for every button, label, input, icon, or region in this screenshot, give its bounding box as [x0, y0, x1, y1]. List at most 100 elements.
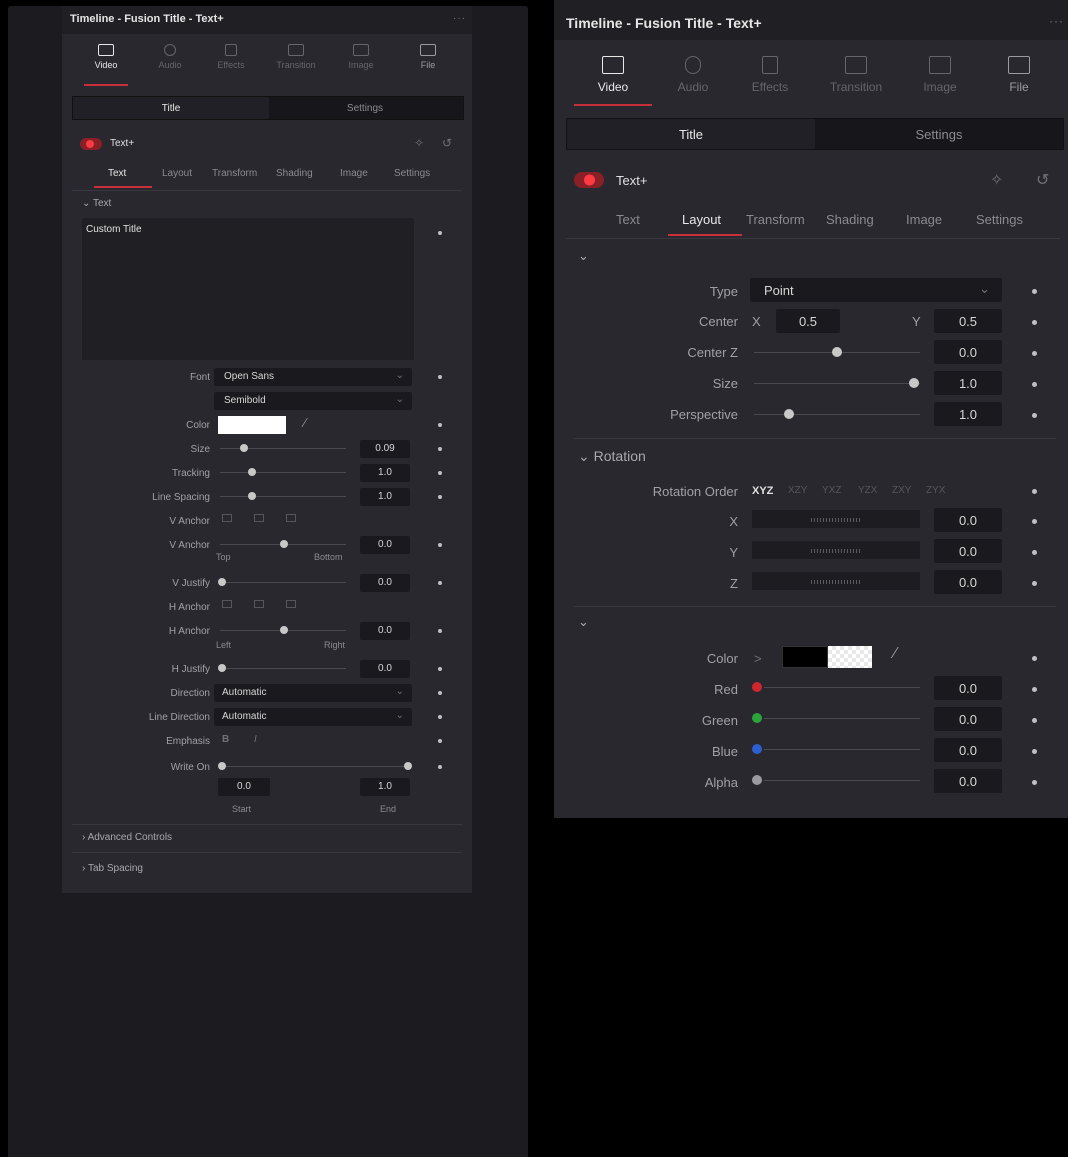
italic-icon[interactable]: I: [254, 734, 257, 745]
section-tab-spacing[interactable]: › Tab Spacing: [82, 863, 143, 874]
tab-video[interactable]: Video: [588, 56, 638, 94]
align-top-icon[interactable]: [222, 514, 232, 522]
rotation-order-yzx[interactable]: YZX: [858, 485, 877, 496]
h-justify-value[interactable]: 0.0: [360, 660, 410, 678]
segment-settings[interactable]: Settings: [267, 97, 463, 119]
keyframe-dot[interactable]: [438, 667, 442, 671]
subtab-settings[interactable]: Settings: [394, 168, 430, 179]
section-layout-header[interactable]: ⌄: [578, 248, 589, 264]
write-on-start-knob[interactable]: [218, 762, 226, 770]
center-z-slider-knob[interactable]: [832, 347, 842, 357]
bold-icon[interactable]: B: [222, 734, 229, 745]
keyframe-dot[interactable]: [438, 543, 442, 547]
size-slider-track[interactable]: [754, 383, 920, 384]
h-justify-slider-track[interactable]: [220, 668, 346, 669]
subtab-layout[interactable]: Layout: [682, 212, 721, 227]
keyframe-dot[interactable]: [1032, 289, 1037, 294]
keyframe-dot[interactable]: [1032, 718, 1037, 723]
red-value[interactable]: 0.0: [934, 676, 1002, 700]
more-options-icon[interactable]: ···: [453, 13, 466, 24]
keyframe-dot[interactable]: [1032, 413, 1037, 418]
tool-enable-toggle[interactable]: [80, 138, 102, 150]
v-justify-slider-knob[interactable]: [218, 578, 226, 586]
line-spacing-value[interactable]: 1.0: [360, 488, 410, 506]
segment-title[interactable]: Title: [73, 97, 269, 119]
alpha-value[interactable]: 0.0: [934, 769, 1002, 793]
subtab-text[interactable]: Text: [616, 212, 640, 227]
segment-settings[interactable]: Settings: [815, 119, 1063, 149]
eyedropper-icon[interactable]: ⁄: [894, 645, 897, 663]
rotation-y-thumbwheel[interactable]: [752, 541, 920, 559]
center-x-value[interactable]: 0.5: [776, 309, 840, 333]
tab-effects[interactable]: Effects: [208, 44, 254, 70]
rotation-order-zxy[interactable]: ZXY: [892, 485, 911, 496]
tab-image[interactable]: Image: [338, 44, 384, 70]
write-on-range-track[interactable]: [220, 766, 410, 767]
red-slider-track[interactable]: [764, 687, 920, 688]
size-value[interactable]: 0.09: [360, 440, 410, 458]
subtab-transform[interactable]: Transform: [212, 168, 257, 179]
h-anchor-value[interactable]: 0.0: [360, 622, 410, 640]
alpha-slider-track[interactable]: [764, 780, 920, 781]
keyframe-dot[interactable]: [1032, 519, 1037, 524]
tab-transition[interactable]: Transition: [820, 56, 892, 94]
tab-transition[interactable]: Transition: [268, 44, 324, 70]
h-justify-slider-knob[interactable]: [218, 664, 226, 672]
rotation-order-yxz[interactable]: YXZ: [822, 485, 841, 496]
rotation-order-xzy[interactable]: XZY: [788, 485, 807, 496]
blue-slider-track[interactable]: [764, 749, 920, 750]
perspective-value[interactable]: 1.0: [934, 402, 1002, 426]
perspective-slider-knob[interactable]: [784, 409, 794, 419]
center-z-value[interactable]: 0.0: [934, 340, 1002, 364]
keyframe-dot[interactable]: [438, 739, 442, 743]
keyframe-dot[interactable]: [438, 447, 442, 451]
green-slider-track[interactable]: [764, 718, 920, 719]
size-slider-track[interactable]: [220, 448, 346, 449]
subtab-image[interactable]: Image: [906, 212, 942, 227]
perspective-slider-track[interactable]: [754, 414, 920, 415]
subtab-shading[interactable]: Shading: [276, 168, 313, 179]
size-value[interactable]: 1.0: [934, 371, 1002, 395]
keyframe-dot[interactable]: [1032, 320, 1037, 325]
align-bottom-icon[interactable]: [286, 514, 296, 522]
line-direction-dropdown[interactable]: Automatic ⌄: [214, 708, 412, 726]
text-input-area[interactable]: Custom Title: [82, 218, 414, 360]
color-swatch-rgb[interactable]: [782, 646, 828, 668]
tracking-slider-track[interactable]: [220, 472, 346, 473]
keyframe-dot[interactable]: [1032, 550, 1037, 555]
color-swatch-alpha[interactable]: [828, 646, 872, 668]
center-y-value[interactable]: 0.5: [934, 309, 1002, 333]
keyframe-dot[interactable]: [438, 765, 442, 769]
h-anchor-slider-knob[interactable]: [280, 626, 288, 634]
tab-file[interactable]: File: [994, 56, 1044, 94]
tab-image[interactable]: Image: [914, 56, 966, 94]
magic-wand-icon[interactable]: ✧: [990, 170, 1003, 190]
segment-title[interactable]: Title: [567, 119, 815, 149]
rotation-order-zyx[interactable]: ZYX: [926, 485, 945, 496]
keyframe-dot[interactable]: [438, 375, 442, 379]
reset-icon[interactable]: ↺: [1036, 170, 1049, 190]
keyframe-dot[interactable]: [438, 231, 442, 235]
write-on-end-knob[interactable]: [404, 762, 412, 770]
v-anchor-value[interactable]: 0.0: [360, 536, 410, 554]
tab-file[interactable]: File: [408, 44, 448, 70]
blue-value[interactable]: 0.0: [934, 738, 1002, 762]
keyframe-dot[interactable]: [438, 423, 442, 427]
more-options-icon[interactable]: ···: [1049, 14, 1064, 28]
keyframe-dot[interactable]: [438, 471, 442, 475]
keyframe-dot[interactable]: [1032, 687, 1037, 692]
subtab-text[interactable]: Text: [108, 168, 126, 179]
subtab-layout[interactable]: Layout: [162, 168, 192, 179]
keyframe-dot[interactable]: [1032, 780, 1037, 785]
keyframe-dot[interactable]: [1032, 489, 1037, 494]
size-slider-knob[interactable]: [240, 444, 248, 452]
keyframe-dot[interactable]: [1032, 382, 1037, 387]
direction-dropdown[interactable]: Automatic ⌄: [214, 684, 412, 702]
rotation-x-value[interactable]: 0.0: [934, 508, 1002, 532]
green-value[interactable]: 0.0: [934, 707, 1002, 731]
keyframe-dot[interactable]: [438, 629, 442, 633]
rotation-z-value[interactable]: 0.0: [934, 570, 1002, 594]
rotation-z-thumbwheel[interactable]: [752, 572, 920, 590]
rotation-y-value[interactable]: 0.0: [934, 539, 1002, 563]
subtab-transform[interactable]: Transform: [746, 212, 805, 227]
